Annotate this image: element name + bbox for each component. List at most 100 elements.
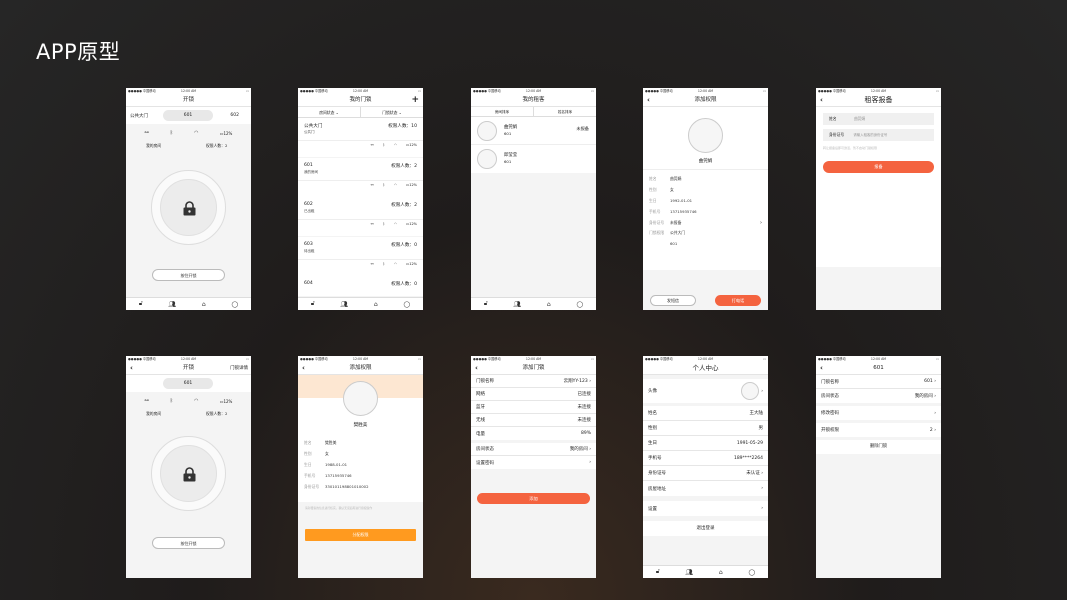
profile-tab-icon[interactable]: ◯ [748,569,755,576]
tenant-name: 曲莞娟 [698,159,713,164]
screen-tenant-report: ●●●●● 中国移动 12:00 AM ▭ ‹ 租客报备 姓名 曲莞娟 身份证号… [816,88,941,310]
home-tab-icon[interactable]: ⌂ [719,569,723,576]
screen-my-tenants: ●●●●● 中国移动 12:00 AM ▭ 我的租客 房间排序 姓名排序 曲莞娟… [471,88,596,310]
name-field[interactable]: 姓名 曲莞娟 [823,113,934,125]
field-row: 性别女 [304,451,329,457]
avatar [741,382,760,400]
add-button[interactable]: 添加 [477,493,590,504]
address-row[interactable]: 房屋地址 › [643,481,768,496]
lock-tabs: 601 [126,375,251,392]
hold-to-unlock-button[interactable]: 按住开锁 [152,269,225,281]
tab-bar: 🔓︎ 👥︎ ⌂ ◯ [126,297,251,310]
sort-by-name[interactable]: 姓名排序 [534,107,596,116]
nav-title: 个人中心 [692,364,719,372]
id-number-row[interactable]: 身份证号 未认证 › [643,466,768,481]
avatar [477,149,497,169]
sort-bar: 房间排序 姓名排序 [471,107,596,117]
lock-item[interactable]: 602 已出租 权限人数：2 ⚯ ᛒ ◠ ▭12% [298,197,423,236]
nav-title: 开锁 [182,97,194,103]
profile-tab-icon[interactable]: ◯ [231,301,238,308]
room-status-row[interactable]: 房间状态 我的房间 › [471,443,596,456]
tenant-item[interactable]: 邱莹莹 601 [471,145,596,173]
back-icon[interactable]: ‹ [820,362,823,375]
lock-item[interactable]: 公共大门 公共门 权限人数：10 ⚯ ᛒ ◠ ▭12% [298,118,423,157]
bluetooth-icon: ᛒ [169,130,173,136]
unlock-tab-icon[interactable]: 🔓︎ [311,300,315,308]
settings-row[interactable]: 设置 › [643,501,768,516]
set-password-row[interactable]: 设置密码 › [471,456,596,469]
link-icon: ⚯ [144,398,149,404]
add-lock-button[interactable]: + [411,94,419,107]
home-tab-icon[interactable]: ⌂ [374,301,378,308]
hold-to-unlock-button[interactable]: 按住开锁 [152,537,225,549]
lock-name-row[interactable]: 门锁名称 601 › [816,375,941,389]
field-row: 手机号 13715935746 [304,472,352,478]
sort-by-room[interactable]: 房间排序 [471,107,534,116]
send-sms-button[interactable]: 发短信 [650,295,696,306]
back-icon[interactable]: ‹ [475,362,478,375]
back-icon[interactable]: ‹ [820,94,823,107]
profile-tab-icon[interactable]: ◯ [403,301,410,308]
unlock-dial[interactable] [151,436,226,511]
lock-item[interactable]: 603 待出租 权限人数：0 ⚯ ᛒ ◠ ▭12% [298,236,423,276]
tab-601[interactable]: 601 [163,110,213,121]
avatar [477,121,497,141]
filter-lock-status[interactable]: 门锁状态 ⌄ [361,107,423,117]
field-row: 生日 1992-01-01 [649,197,693,203]
tenants-tab-icon[interactable]: 👥︎ [513,301,521,308]
screen-add-lock: ●●●●● 中国移动 12:00 AM ▭ ‹ 添加门锁 门锁名称 云翔YY-12… [471,356,596,578]
screen-unlock-single: ●●●●● 中国移动 12:00 AM ▭ ‹ 开锁 门锁详情 601 ⚯ ᛒ … [126,356,251,578]
nav-bar: ‹ 添加权限 [298,362,423,375]
back-icon[interactable]: ‹ [302,362,305,375]
unlock-tab-icon[interactable]: 🔓︎ [484,300,488,308]
room-status-row[interactable]: 房间状态 我的房间 › [816,389,941,403]
tab-601[interactable]: 601 [163,378,213,389]
nav-bar: ‹ 开锁 门锁详情 [126,362,251,375]
tenant-item[interactable]: 曲莞娟 601 未报备 [471,117,596,145]
avatar-row[interactable]: 头像 › [643,379,768,403]
lock-icon [183,201,196,216]
tenants-tab-icon[interactable]: 👥︎ [685,569,693,576]
tab-public-door[interactable]: 公共大门 [130,113,148,119]
lock-item[interactable]: 604 权限人数：0 [298,276,423,296]
delete-lock-button[interactable]: 删除门锁 [816,440,941,454]
profile-tab-icon[interactable]: ◯ [576,301,583,308]
field-row[interactable]: 身份证号 未报备 › [643,217,768,228]
unlock-dial[interactable] [151,170,226,245]
lock-name-row[interactable]: 门锁名称 云翔YY-123 › [471,375,596,388]
home-tab-icon[interactable]: ⌂ [202,301,206,308]
gender-row: 性别男 [643,421,768,436]
battery-row: 电量 89% [471,427,596,440]
avatar [343,381,378,416]
back-icon[interactable]: ‹ [647,94,650,107]
unlock-tab-icon[interactable]: 🔓︎ [139,300,143,308]
report-button[interactable]: 报备 [823,161,934,173]
tab-bar: 🔓︎ 👥︎ ⌂ ◯ [298,297,423,310]
filter-room-status[interactable]: 房间状态 ⌄ [298,107,361,117]
unlock-permission-row[interactable]: 开锁权限 2 › [816,423,941,437]
logout-button[interactable]: 退出登录 [643,521,768,536]
call-button[interactable]: 打电话 [715,295,761,306]
tab-602[interactable]: 602 [230,113,239,118]
assign-permission-button[interactable]: 分配权限 [305,529,416,541]
screen-tenant-detail: ●●●●● 中国移动 12:00 AM ▭ ‹ 添加权限 曲莞娟 姓名 曲莞娟 性… [643,88,768,310]
tenants-tab-icon[interactable]: 👥︎ [340,301,348,308]
lock-detail-link[interactable]: 门锁详情 [230,362,248,375]
tenant-fields: 姓名 曲莞娟 性别女 生日 1992-01-01 手机号 13715935746 身份… [643,170,768,270]
field-row: 姓名 樊胜美 [304,440,337,446]
avatar [688,118,723,153]
id-number-field[interactable]: 身份证号 请输入租客的身份证号 [823,129,934,141]
change-password-row[interactable]: 修改密码 › [816,406,941,420]
profile-header: 曲莞娟 [643,107,768,170]
back-icon[interactable]: ‹ [130,362,133,375]
filter-bar: 房间状态 ⌄ 门锁状态 ⌄ [298,107,423,118]
room-info: 我的房间 权限人数：2 [146,143,228,148]
tenant-name: 樊胜美 [353,423,368,428]
home-tab-icon[interactable]: ⌂ [547,301,551,308]
lock-item[interactable]: 601 我的房间 权限人数：2 ⚯ ᛒ ◠ ▭12% [298,157,423,197]
unlock-tab-icon[interactable]: 🔓︎ [656,568,660,576]
tenants-tab-icon[interactable]: 👥︎ [168,301,176,308]
link-icon: ⚯ [144,130,149,136]
nav-title: 我的租客 [522,97,545,103]
field-row: 性别女 [649,187,674,193]
